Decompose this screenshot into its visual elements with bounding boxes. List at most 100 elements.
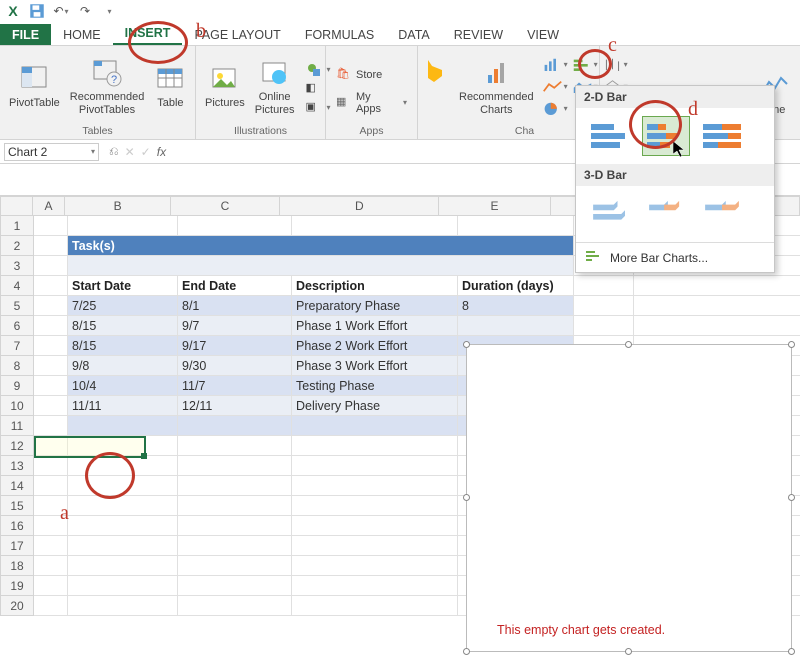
fx-icon[interactable]: fx	[157, 145, 166, 159]
row-head[interactable]: 5	[0, 296, 34, 316]
chart-resize-handle[interactable]	[788, 341, 795, 348]
column-chart-button[interactable]: ▾	[541, 55, 569, 75]
group-charts-label: Cha	[456, 125, 593, 137]
col-head-B[interactable]: B	[65, 196, 171, 216]
bar-stacked-3d[interactable]	[642, 194, 690, 234]
col-head-C[interactable]: C	[171, 196, 280, 216]
empty-chart-object[interactable]: This empty chart gets created.	[466, 344, 792, 652]
save-icon[interactable]	[28, 2, 46, 20]
col-head-E[interactable]: E	[439, 196, 550, 216]
online-pictures-label: Online Pictures	[255, 91, 295, 115]
recommended-pivottables-button[interactable]: ? Recommended PivotTables	[67, 55, 148, 117]
customize-qat-icon[interactable]: ▾	[100, 2, 118, 20]
row-head[interactable]: 2	[0, 236, 34, 256]
tab-formulas[interactable]: FORMULAS	[293, 24, 386, 45]
tab-view[interactable]: VIEW	[515, 24, 571, 45]
row-head[interactable]: 10	[0, 396, 34, 416]
row-head[interactable]: 15	[0, 496, 34, 516]
row-head[interactable]: 12	[0, 436, 34, 456]
row-head[interactable]: 3	[0, 256, 34, 276]
cancel-icon[interactable]: ✕	[125, 145, 135, 159]
table-title[interactable]: Task(s)	[68, 236, 574, 256]
my-apps-icon: ▦	[336, 95, 352, 111]
row-head[interactable]: 9	[0, 376, 34, 396]
col-header[interactable]: Start Date	[68, 276, 178, 296]
bar-clustered-2d[interactable]	[586, 116, 634, 156]
redo-icon[interactable]: ↷	[76, 2, 94, 20]
chart-resize-handle[interactable]	[788, 648, 795, 655]
bing-button-wrap	[418, 46, 450, 139]
more-bar-charts[interactable]: More Bar Charts...	[576, 242, 774, 272]
store-button[interactable]: 🛍Store	[332, 66, 411, 84]
online-pictures-button[interactable]: Online Pictures	[252, 55, 298, 117]
excel-logo-icon: X	[4, 2, 22, 20]
chart-resize-handle[interactable]	[625, 648, 632, 655]
ribbon-tabs: FILE HOME INSERT PAGE LAYOUT FORMULAS DA…	[0, 22, 800, 46]
row-head[interactable]: 20	[0, 596, 34, 616]
pivottable-icon	[18, 63, 50, 95]
group-apps-label: Apps	[332, 125, 411, 137]
shapes-icon	[306, 62, 322, 78]
select-all-triangle[interactable]	[0, 196, 33, 216]
tab-review[interactable]: REVIEW	[442, 24, 515, 45]
col-header[interactable]: End Date	[178, 276, 292, 296]
my-apps-button[interactable]: ▦My Apps▾	[332, 90, 411, 116]
name-box-value: Chart 2	[8, 145, 47, 159]
table-row[interactable]: 8/159/7Phase 1 Work Effort	[34, 316, 800, 336]
enter-icon[interactable]: ✓	[141, 145, 151, 159]
row-head[interactable]: 1	[0, 216, 34, 236]
col-head-D[interactable]: D	[280, 196, 439, 216]
row-head[interactable]: 4	[0, 276, 34, 296]
tab-home[interactable]: HOME	[51, 24, 113, 45]
row-head[interactable]: 11	[0, 416, 34, 436]
recommended-charts-icon	[480, 57, 512, 89]
col-head-A[interactable]: A	[33, 196, 66, 216]
recommended-pt-label: Recommended PivotTables	[70, 91, 145, 115]
chart-caption-text: This empty chart gets created.	[497, 623, 665, 637]
row-head[interactable]: 19	[0, 576, 34, 596]
tab-insert[interactable]: INSERT	[113, 22, 183, 45]
pictures-button[interactable]: Pictures	[202, 61, 248, 111]
name-box[interactable]: Chart 2▾	[4, 143, 99, 161]
row-head[interactable]: 6	[0, 316, 34, 336]
row-head[interactable]: 17	[0, 536, 34, 556]
table-button[interactable]: Table	[151, 61, 189, 111]
col-header[interactable]: Duration (days)	[458, 276, 574, 296]
tab-file[interactable]: FILE	[0, 24, 51, 45]
lock-reference-icon[interactable]: ⎌	[109, 144, 119, 159]
recommended-charts-button[interactable]: Recommended Charts	[456, 55, 537, 117]
recommended-pivottables-icon: ?	[91, 57, 123, 89]
group-tables: PivotTable ? Recommended PivotTables Tab…	[0, 46, 196, 139]
pictures-icon	[209, 63, 241, 95]
group-apps: 🛍Store ▦My Apps▾ Apps	[326, 46, 418, 139]
row-head[interactable]: 16	[0, 516, 34, 536]
pie-chart-button[interactable]: ▾	[541, 99, 569, 119]
group-illustrations: Pictures Online Pictures ▾ ◧ ▣▾ Illustra…	[196, 46, 326, 139]
row-head[interactable]: 8	[0, 356, 34, 376]
row-head[interactable]: 7	[0, 336, 34, 356]
annotation-letter-c: c	[608, 34, 617, 57]
bar-stacked100-2d[interactable]	[698, 116, 746, 156]
chart-resize-handle[interactable]	[625, 341, 632, 348]
bing-maps-button[interactable]	[424, 50, 444, 90]
bar-stacked-2d[interactable]	[642, 116, 690, 156]
bar-clustered-3d[interactable]	[586, 194, 634, 234]
row-head[interactable]: 13	[0, 456, 34, 476]
table-row[interactable]: 7/258/1Preparatory Phase8	[34, 296, 800, 316]
bar-stacked100-3d[interactable]	[698, 194, 746, 234]
chart-resize-handle[interactable]	[463, 341, 470, 348]
bar-chart-button[interactable]: ▾	[571, 55, 599, 75]
my-apps-label: My Apps	[356, 91, 398, 115]
col-header[interactable]: Description	[292, 276, 458, 296]
row-head[interactable]: 14	[0, 476, 34, 496]
chart-resize-handle[interactable]	[463, 494, 470, 501]
line-chart-button[interactable]: ▾	[541, 77, 569, 97]
table-icon	[154, 63, 186, 95]
chart-resize-handle[interactable]	[788, 494, 795, 501]
pivottable-button[interactable]: PivotTable	[6, 61, 63, 111]
undo-icon[interactable]: ↶▾	[52, 2, 70, 20]
svg-text:?: ?	[111, 74, 117, 86]
chart-resize-handle[interactable]	[463, 648, 470, 655]
row-head[interactable]: 18	[0, 556, 34, 576]
tab-data[interactable]: DATA	[386, 24, 441, 45]
